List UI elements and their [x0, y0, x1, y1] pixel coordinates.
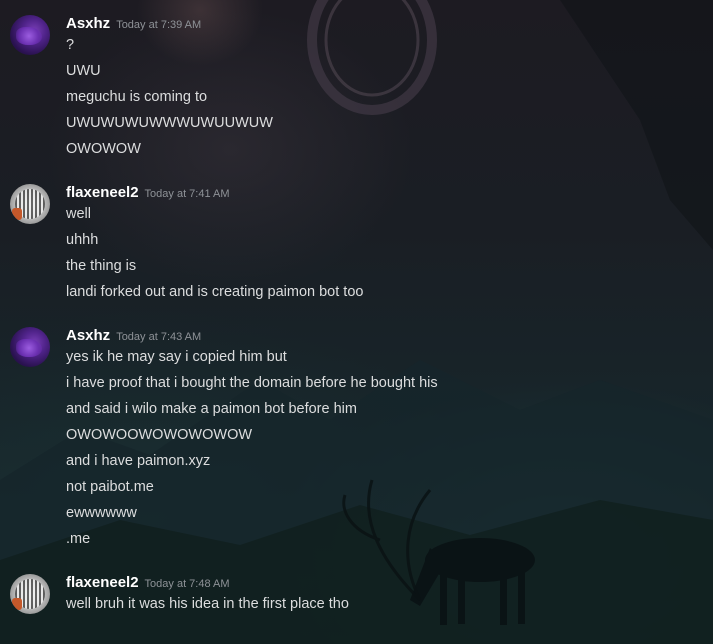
message-line: uhhh: [66, 232, 99, 248]
message-line: .me: [66, 531, 91, 547]
message-line: not paibot.me: [66, 479, 154, 495]
chat-messages: Asxhz Today at 7:39 AM ? UWU meguchu is c…: [0, 0, 713, 644]
message-header: flaxeneel2 Today at 7:41 AM: [66, 183, 230, 204]
message-group: flaxeneel2 Today at 7:41 AM well uhhh the…: [0, 183, 713, 307]
message-header: Asxhz Today at 7:43 AM: [66, 326, 201, 347]
avatar[interactable]: [10, 15, 50, 55]
username[interactable]: flaxeneel2: [66, 184, 139, 201]
message-line: UWU: [66, 63, 101, 79]
message-line: i have proof that i bought the domain be…: [66, 375, 438, 391]
message-line: and said i wilo make a paimon bot before…: [66, 401, 357, 417]
avatar-accent: [12, 208, 22, 220]
message-line: OWOWOOWOWOWOWOW: [66, 427, 253, 443]
message-line: the thing is: [66, 258, 137, 274]
avatar[interactable]: [10, 184, 50, 224]
message-line: yes ik he may say i copied him but: [66, 349, 287, 365]
username[interactable]: Asxhz: [66, 15, 110, 32]
message-line: well bruh it was his idea in the first p…: [66, 596, 349, 612]
message-line: meguchu is coming to: [66, 89, 208, 105]
message-line: and i have paimon.xyz: [66, 453, 211, 469]
username[interactable]: Asxhz: [66, 327, 110, 344]
message-line: well: [66, 206, 91, 222]
message-group: Asxhz Today at 7:39 AM ? UWU meguchu is c…: [0, 14, 713, 164]
message-line: landi forked out and is creating paimon …: [66, 284, 364, 300]
message-header: Asxhz Today at 7:39 AM: [66, 14, 201, 35]
message-line: ?: [66, 37, 75, 53]
message-line: ewwwwww: [66, 505, 137, 521]
timestamp: Today at 7:43 AM: [116, 331, 202, 343]
username[interactable]: flaxeneel2: [66, 574, 139, 591]
message-group: Asxhz Today at 7:43 AM yes ik he may say …: [0, 326, 713, 554]
avatar[interactable]: [10, 574, 50, 614]
timestamp: Today at 7:39 AM: [116, 19, 202, 31]
timestamp: Today at 7:41 AM: [144, 188, 230, 200]
avatar[interactable]: [10, 327, 50, 367]
message-line: OWOWOW: [66, 141, 141, 157]
timestamp: Today at 7:48 AM: [144, 578, 230, 590]
message-group: flaxeneel2 Today at 7:48 AM well bruh it …: [0, 573, 713, 623]
message-header: flaxeneel2 Today at 7:48 AM: [66, 573, 230, 594]
message-line: UWUWUWUWWWUWUUWUW: [66, 115, 273, 131]
avatar-accent: [12, 598, 22, 610]
